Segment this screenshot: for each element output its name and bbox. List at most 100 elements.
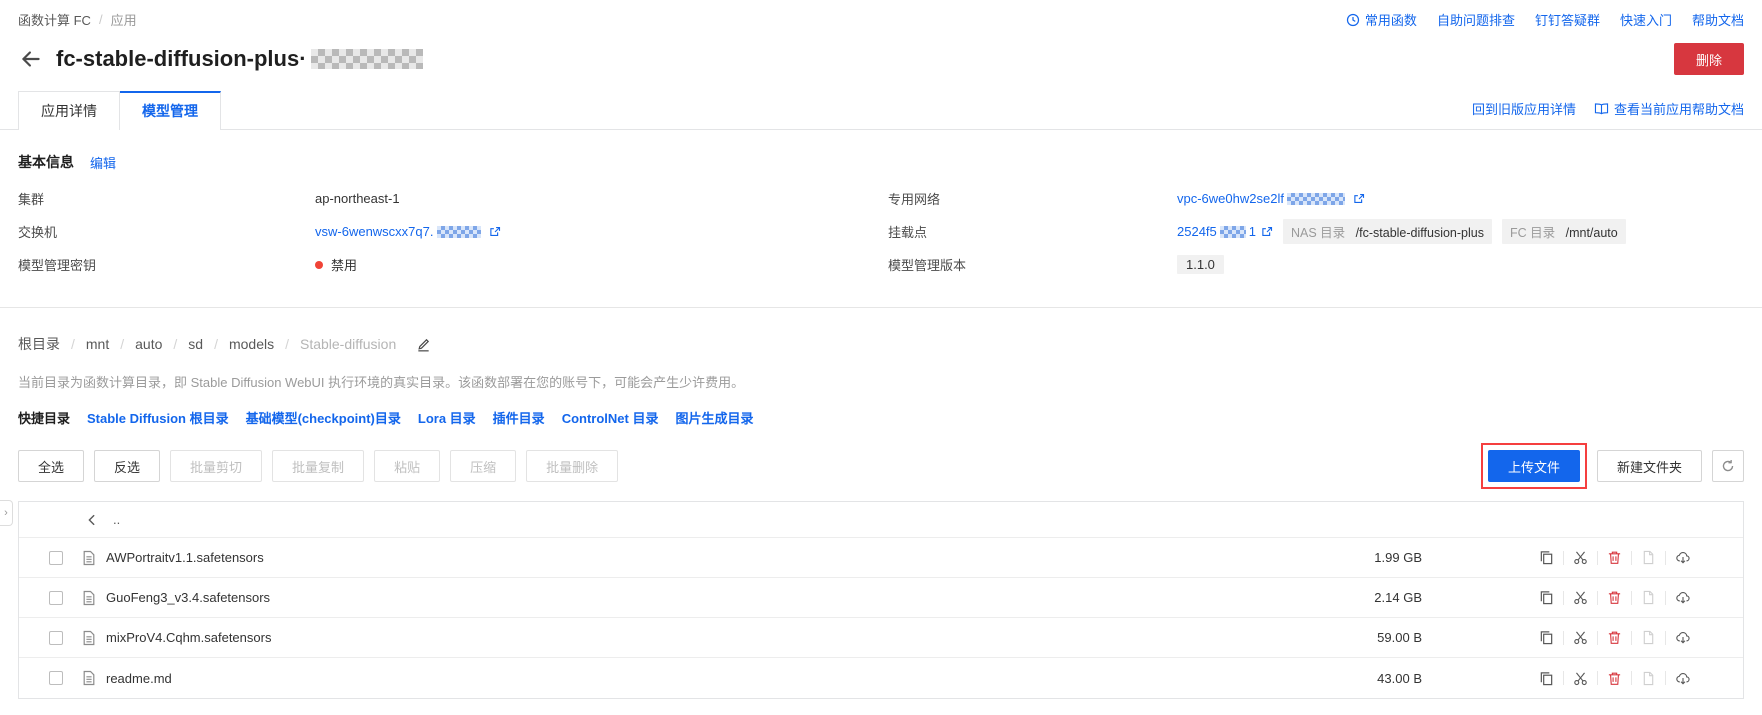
file-name[interactable]: readme.md (106, 671, 172, 686)
file-size: 59.00 B (1377, 630, 1422, 645)
file-size: 43.00 B (1377, 670, 1422, 686)
directory-breadcrumb: 根目录 / mnt / auto / sd / models / Stable-… (0, 308, 1762, 354)
parent-directory-row[interactable]: .. (19, 502, 1743, 538)
current-app-help-link[interactable]: 查看当前应用帮助文档 (1594, 99, 1744, 118)
directory-note: 当前目录为函数计算目录，即 Stable Diffusion WebUI 执行环… (18, 375, 745, 390)
file-icon (81, 550, 97, 566)
new-folder-button[interactable]: 新建文件夹 (1596, 450, 1702, 482)
delete-button[interactable]: 删除 (1673, 43, 1744, 75)
status-dot-icon (315, 260, 323, 269)
edit-basic-info-link[interactable]: 编辑 (90, 153, 116, 172)
copy-icon[interactable] (1539, 671, 1554, 686)
file-detail-icon[interactable] (1641, 630, 1656, 645)
file-name[interactable]: mixProV4.Cqhm.safetensors (106, 630, 271, 645)
vpc-label: 专用网络 (888, 192, 941, 207)
sider-expand-handle[interactable]: › (0, 500, 13, 526)
cut-scissors-icon[interactable] (1573, 630, 1588, 645)
common-functions-link[interactable]: 常用函数 (1346, 10, 1417, 29)
vswitch-link[interactable]: vsw-6wenwscxx7q7. (315, 224, 434, 239)
download-cloud-icon[interactable] (1675, 630, 1691, 645)
breadcrumb-item-fc[interactable]: 函数计算 FC (18, 10, 91, 29)
paste-button[interactable]: 粘贴 (374, 450, 441, 482)
cluster-value: ap-northeast-1 (315, 191, 400, 206)
batch-delete-button[interactable]: 批量删除 (526, 450, 619, 482)
page-title: fc-stable-diffusion-plus· (56, 46, 423, 72)
download-cloud-icon[interactable] (1675, 590, 1691, 605)
refresh-button[interactable] (1712, 450, 1744, 482)
top-bar: 函数计算 FC / 应用 常用函数 自助问题排查 钉钉答疑群 快速入门 帮助文档 (0, 0, 1762, 29)
copy-icon[interactable] (1539, 590, 1554, 605)
mount-point-link[interactable]: 2524f5 (1177, 224, 1217, 239)
file-table: .. AWPortraitv1.1.safetensors 1.99 GB Gu… (18, 501, 1744, 699)
copy-icon[interactable] (1539, 630, 1554, 645)
row-checkbox[interactable] (49, 630, 63, 645)
file-detail-icon[interactable] (1641, 590, 1656, 605)
external-link-icon[interactable] (1353, 193, 1365, 205)
file-detail-icon[interactable] (1641, 550, 1656, 565)
external-link-icon[interactable] (1261, 226, 1273, 238)
dir-crumb-sd[interactable]: sd (188, 336, 203, 352)
file-name[interactable]: GuoFeng3_v3.4.safetensors (106, 590, 270, 605)
shortcut-sd-root[interactable]: Stable Diffusion 根目录 (87, 408, 229, 427)
dir-crumb-mnt[interactable]: mnt (86, 336, 109, 352)
help-doc-link[interactable]: 帮助文档 (1692, 10, 1744, 29)
clock-icon (1346, 13, 1360, 27)
top-links: 常用函数 自助问题排查 钉钉答疑群 快速入门 帮助文档 (1346, 10, 1744, 29)
fc-dir-tag: FC 目录 /mnt/auto (1501, 219, 1626, 244)
back-arrow-icon[interactable] (18, 46, 44, 72)
cluster-label: 集群 (18, 192, 45, 207)
download-cloud-icon[interactable] (1675, 671, 1691, 686)
cut-scissors-icon[interactable] (1573, 671, 1588, 686)
delete-trash-icon[interactable] (1607, 630, 1622, 645)
tab-bar: 应用详情 模型管理 回到旧版应用详情 查看当前应用帮助文档 (0, 91, 1762, 130)
upload-file-button[interactable]: 上传文件 (1487, 450, 1580, 482)
breadcrumb-separator: / (98, 12, 103, 27)
cut-scissors-icon[interactable] (1573, 550, 1588, 565)
row-checkbox[interactable] (49, 550, 63, 565)
vpc-mosaic-mask (1286, 192, 1345, 205)
dir-crumb-auto[interactable]: auto (135, 336, 162, 352)
dingtalk-group-link[interactable]: 钉钉答疑群 (1535, 10, 1600, 29)
compress-button[interactable]: 压缩 (450, 450, 517, 482)
basic-info-grid: 集群 ap-northeast-1 专用网络 vpc-6we0hw2se2lf … (18, 189, 1744, 274)
parent-directory-label: .. (113, 512, 121, 527)
shortcut-checkpoint[interactable]: 基础模型(checkpoint)目录 (246, 408, 401, 427)
tab-app-detail[interactable]: 应用详情 (18, 91, 120, 130)
delete-trash-icon[interactable] (1607, 590, 1622, 605)
quick-start-link[interactable]: 快速入门 (1620, 10, 1672, 29)
shortcut-extensions[interactable]: 插件目录 (493, 408, 545, 427)
invert-select-button[interactable]: 反选 (94, 450, 161, 482)
dir-crumb-root[interactable]: 根目录 (18, 334, 60, 354)
edit-path-icon[interactable] (416, 336, 431, 352)
vswitch-mosaic-mask (436, 225, 481, 238)
shortcut-links: 快捷目录 Stable Diffusion 根目录 基础模型(checkpoin… (0, 408, 1762, 427)
self-troubleshoot-link[interactable]: 自助问题排查 (1437, 10, 1515, 29)
shortcut-output[interactable]: 图片生成目录 (675, 408, 753, 427)
model-version-badge: 1.1.0 (1177, 255, 1224, 274)
file-name[interactable]: AWPortraitv1.1.safetensors (106, 550, 264, 565)
select-all-button[interactable]: 全选 (18, 450, 85, 482)
table-row: AWPortraitv1.1.safetensors 1.99 GB (19, 538, 1743, 578)
delete-trash-icon[interactable] (1607, 550, 1622, 565)
shortcut-lora[interactable]: Lora 目录 (418, 408, 476, 427)
delete-trash-icon[interactable] (1607, 671, 1622, 686)
mount-point-label: 挂载点 (888, 225, 928, 240)
file-icon (81, 630, 97, 646)
file-detail-icon[interactable] (1641, 671, 1656, 686)
row-checkbox[interactable] (49, 590, 63, 605)
external-link-icon[interactable] (489, 226, 501, 238)
old-version-link[interactable]: 回到旧版应用详情 (1472, 99, 1576, 118)
tab-model-manage[interactable]: 模型管理 (120, 91, 221, 130)
vswitch-label: 交换机 (18, 225, 58, 240)
dir-crumb-models[interactable]: models (229, 336, 274, 352)
batch-copy-button[interactable]: 批量复制 (272, 450, 365, 482)
breadcrumb: 函数计算 FC / 应用 (18, 10, 137, 29)
download-cloud-icon[interactable] (1675, 550, 1691, 565)
copy-icon[interactable] (1539, 550, 1554, 565)
cut-scissors-icon[interactable] (1573, 590, 1588, 605)
vpc-link[interactable]: vpc-6we0hw2se2lf (1177, 191, 1284, 206)
batch-cut-button[interactable]: 批量剪切 (170, 450, 263, 482)
row-checkbox[interactable] (49, 671, 63, 685)
shortcut-controlnet[interactable]: ControlNet 目录 (562, 408, 659, 427)
file-size: 2.14 GB (1374, 590, 1422, 605)
